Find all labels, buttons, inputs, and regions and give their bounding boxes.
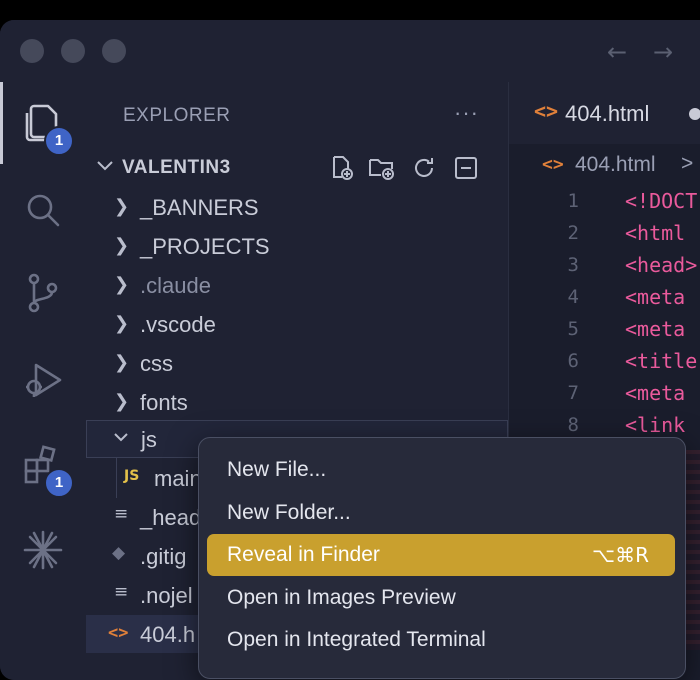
line-code: <meta [625,285,686,309]
chevron-right-icon: ❯ [114,352,130,373]
tree-item-label: _head [140,505,202,530]
html-file-icon: <> [534,99,559,123]
extensions-badge: 1 [44,468,74,498]
breadcrumb: <> 404.html > [509,144,700,186]
chevron-right-icon: ❯ [114,274,130,295]
code-line[interactable]: 7 <meta [509,378,700,410]
line-number: 6 [567,350,579,372]
tree-item-projects[interactable]: ❯ _PROJECTS [86,227,508,265]
chevron-down-icon [94,154,116,182]
code-line[interactable]: 2 <html [509,218,700,250]
line-code: <html [625,221,686,245]
menu-item-label: Reveal in Finder [227,543,380,566]
menu-item-label: Open in Images Preview [227,586,456,609]
chevron-right-icon: ❯ [114,391,130,412]
workspace-root-label: VALENTIN3 [122,157,231,178]
refresh-icon[interactable] [410,154,438,182]
more-actions-icon[interactable]: ··· [454,100,479,126]
tab-404-html[interactable]: <> 404.html [509,82,700,146]
line-number: 3 [567,254,579,276]
line-number: 7 [567,382,579,404]
tree-item-label: js [141,427,157,452]
source-control-icon[interactable] [20,270,66,316]
menu-item-shortcut: ⌥⌘R [592,543,649,567]
chevron-right-icon: ❯ [114,313,130,334]
chevron-right-icon: ❯ [114,196,130,217]
code-line[interactable]: 3 <head> [509,250,700,282]
tree-item-label: 404.h [140,622,196,647]
explorer-badge: 1 [44,126,74,156]
line-code: <meta [625,381,686,405]
collapse-all-icon[interactable] [452,154,480,182]
code-line[interactable]: 1 <!DOCT [509,186,700,218]
lines-icon: ≡ [114,504,129,524]
tree-item-label: .nojel [140,583,193,608]
back-arrow-icon[interactable]: ← [607,40,627,64]
line-number: 2 [567,222,579,244]
line-code: <head> [625,253,698,277]
line-number: 8 [567,414,579,436]
menu-item-new-file[interactable]: New File... [207,449,675,491]
line-code: <meta [625,317,686,341]
chevron-down-icon [111,427,131,452]
code-line[interactable]: 4 <meta [509,282,700,314]
title-bar: ← → [0,20,700,82]
html-file-icon: <> [108,623,129,643]
search-icon[interactable] [20,187,66,233]
menu-item-label: Open in Integrated Terminal [227,628,486,651]
tree-item-fonts[interactable]: ❯ fonts [86,383,508,421]
tree-item-vscode[interactable]: ❯ .vscode [86,305,508,343]
js-file-icon: JS [124,468,140,484]
menu-item-reveal-in-finder[interactable]: Reveal in Finder ⌥⌘R [207,534,675,576]
asterisk-icon[interactable] [20,527,66,573]
line-code: <!DOCT [625,189,698,213]
tree-item-claude[interactable]: ❯ .claude [86,266,508,304]
line-number: 1 [567,190,579,212]
forward-arrow-icon[interactable]: → [653,40,673,64]
tree-item-label: fonts [140,390,188,415]
workspace-root[interactable]: VALENTIN3 [86,150,508,188]
line-code: <title [625,349,698,373]
chevron-right-icon: ❯ [114,235,130,256]
tree-item-label: css [140,351,173,376]
menu-item-open-images-preview[interactable]: Open in Images Preview [207,577,675,619]
close-window-button[interactable] [20,39,44,63]
tree-item-label: _PROJECTS [140,234,270,259]
active-indicator [0,82,3,164]
menu-item-label: New Folder... [227,501,351,524]
explorer-title: EXPLORER [123,105,231,126]
code-line[interactable]: 6 <title [509,346,700,378]
html-file-icon: <> [542,154,564,175]
tab-label: 404.html [565,101,650,126]
menu-item-new-folder[interactable]: New Folder... [207,492,675,534]
tree-item-label: .claude [140,273,211,298]
breadcrumb-separator: > [681,152,694,175]
activity-bar: 1 1 [0,82,86,680]
git-icon: ◆ [112,543,126,563]
tree-item-label: _BANNERS [140,195,259,220]
tree-item-label: main [154,466,202,491]
context-menu: New File... New Folder... Reveal in Find… [198,437,686,679]
new-folder-icon[interactable] [368,154,396,182]
tree-item-css[interactable]: ❯ css [86,344,508,382]
line-number: 4 [567,286,579,308]
tree-item-label: .vscode [140,312,216,337]
code-line[interactable]: 5 <meta [509,314,700,346]
menu-item-open-integrated-terminal[interactable]: Open in Integrated Terminal [207,619,675,661]
lines-icon: ≡ [114,582,129,602]
run-debug-icon[interactable] [20,357,66,403]
line-number: 5 [567,318,579,340]
minimize-window-button[interactable] [61,39,85,63]
menu-item-label: New File... [227,458,327,481]
unsaved-dot-icon[interactable] [689,108,700,120]
breadcrumb-file[interactable]: 404.html [575,153,656,177]
zoom-window-button[interactable] [102,39,126,63]
tree-item-banners[interactable]: ❯ _BANNERS [86,188,508,226]
tree-item-label: .gitig [140,544,187,569]
new-file-icon[interactable] [328,154,356,182]
line-code: <link [625,413,686,437]
